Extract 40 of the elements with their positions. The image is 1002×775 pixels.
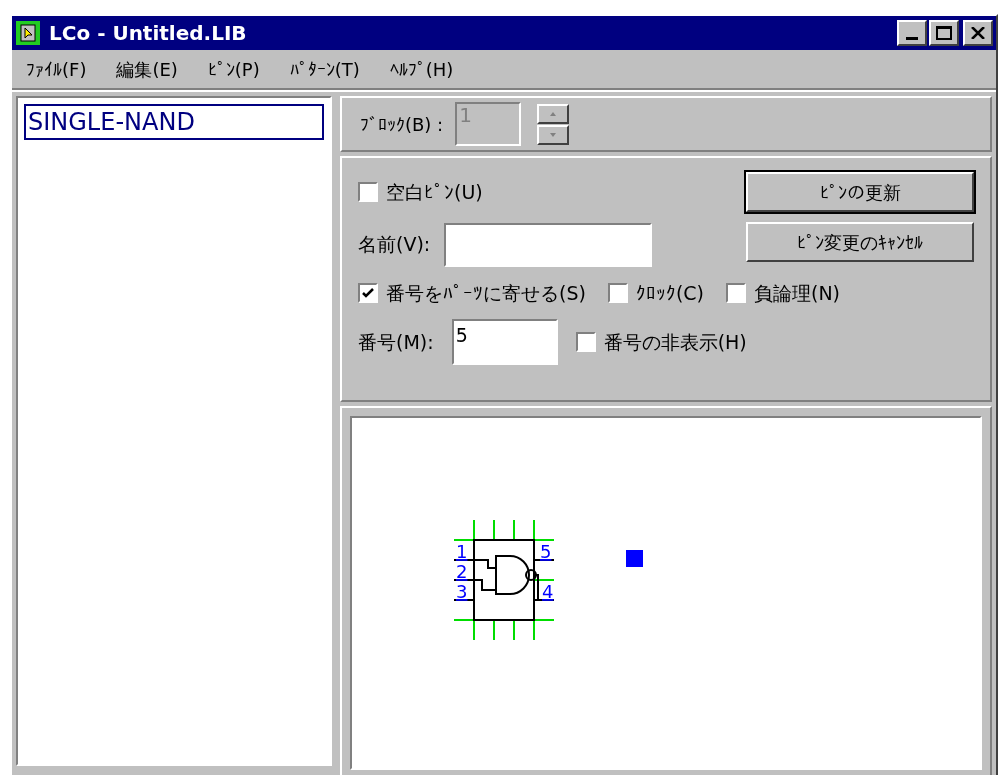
- menu-item[interactable]: ﾍﾙﾌﾟ(H): [389, 55, 454, 83]
- action-button[interactable]: ﾋﾟﾝの更新: [746, 172, 974, 212]
- checkbox[interactable]: [358, 182, 378, 203]
- spin-up-button[interactable]: [537, 103, 570, 124]
- menu-item[interactable]: ﾊﾟﾀｰﾝ(T): [289, 55, 360, 83]
- menu-item[interactable]: ﾋﾟﾝ(P): [207, 55, 260, 83]
- pin-number: 2: [456, 561, 468, 582]
- checkbox-label: ｸﾛｯｸ(C): [635, 280, 704, 306]
- number-label: 番号(M):: [358, 329, 434, 355]
- maximize-button[interactable]: [929, 20, 959, 46]
- name-field[interactable]: [444, 222, 653, 267]
- spin-down-button[interactable]: [537, 124, 570, 145]
- down-arrow-icon: [550, 132, 557, 137]
- number-field[interactable]: 5: [451, 319, 558, 365]
- checkbox-label: 負論理(N): [754, 280, 841, 306]
- action-button[interactable]: ﾋﾟﾝ変更のｷｬﾝｾﾙ: [746, 222, 974, 262]
- checkbox[interactable]: [575, 332, 596, 352]
- app-icon: [15, 20, 41, 46]
- window-title: LCo - Untitled.LIB: [49, 20, 247, 47]
- block-label: ﾌﾞﾛｯｸ(B) :: [360, 112, 444, 137]
- checkbox-label: 番号をﾊﾟｰﾂに寄せる(S): [386, 280, 586, 306]
- menu-item[interactable]: ﾌｧｲﾙ(F): [26, 55, 87, 83]
- close-button[interactable]: [963, 20, 993, 46]
- pin-number: 4: [542, 581, 554, 602]
- anchor-marker: [626, 550, 643, 567]
- checkbox-label: 番号の非表示(H): [603, 329, 747, 355]
- checkbox-label: 空白ﾋﾟﾝ(U): [386, 180, 483, 205]
- pin-number: 5: [540, 541, 552, 562]
- check-icon: [362, 287, 374, 298]
- menu-item[interactable]: 編集(E): [116, 55, 178, 83]
- name-label: 名前(V):: [358, 232, 431, 258]
- checkbox[interactable]: [726, 282, 746, 303]
- up-arrow-icon: [550, 111, 557, 116]
- close-icon: [971, 27, 985, 39]
- pin-number: 1: [456, 541, 468, 562]
- checkbox[interactable]: [607, 282, 628, 303]
- minimize-button[interactable]: [897, 20, 927, 46]
- pin-number: 3: [456, 581, 468, 602]
- list-item[interactable]: SINGLE-NAND: [24, 104, 324, 140]
- checkbox[interactable]: [358, 282, 378, 303]
